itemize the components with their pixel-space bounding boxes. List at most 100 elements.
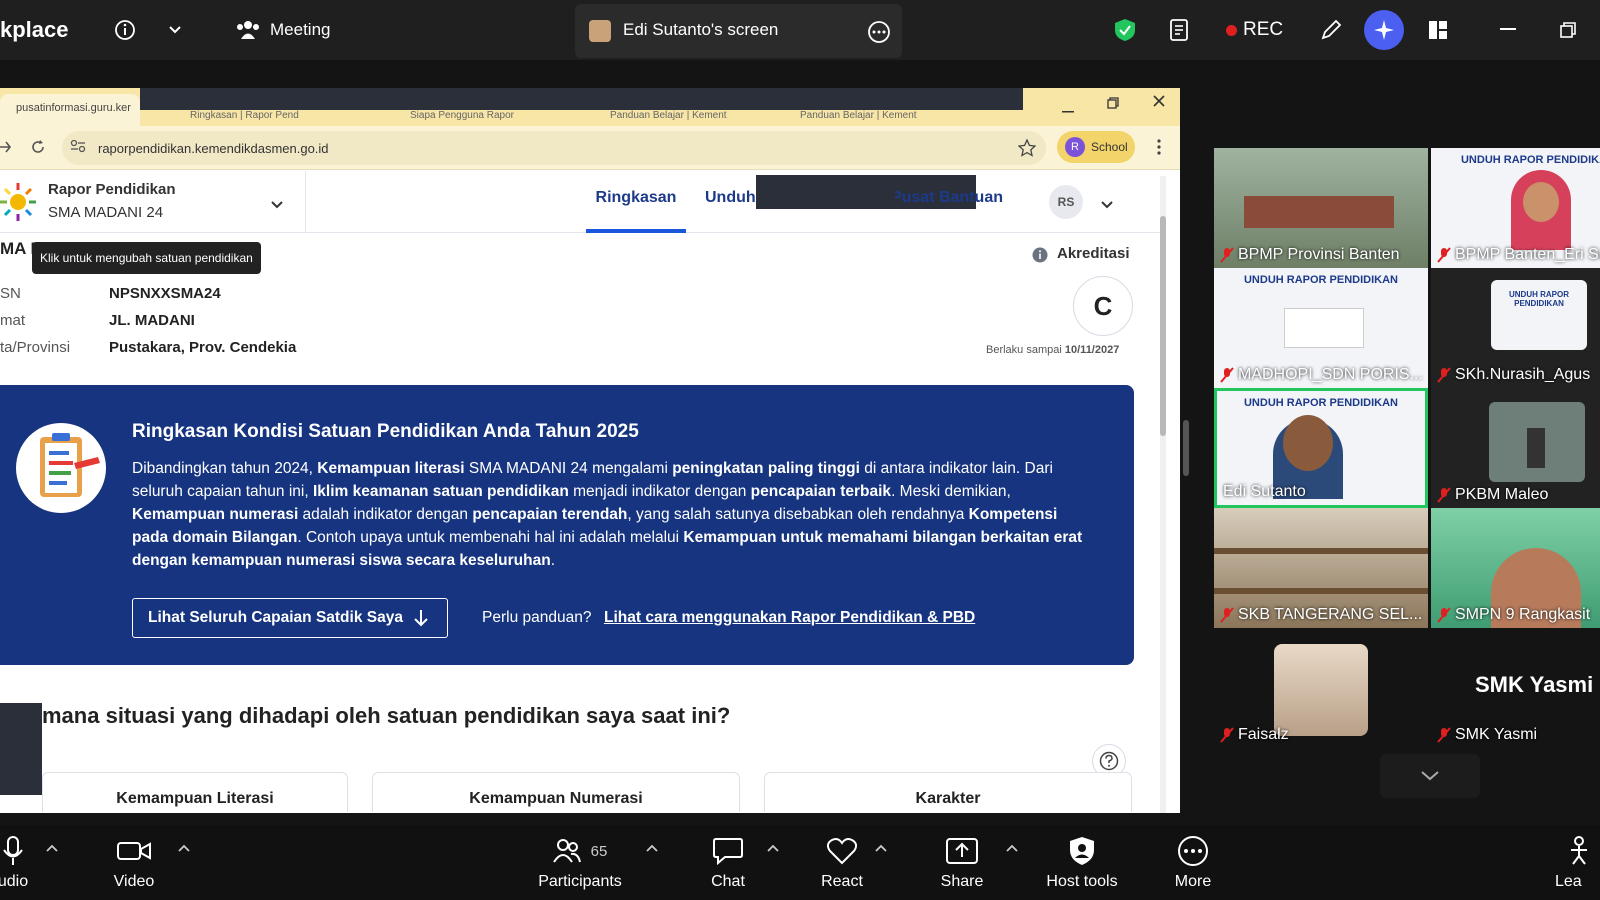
people-icon (237, 21, 259, 39)
banner-paragraph: Dibandingkan tahun 2024, Kemampuan liter… (132, 460, 1083, 569)
participants-button[interactable]: 65 Participants (525, 833, 635, 891)
browser-tab[interactable]: Panduan Belajar | Kement (800, 110, 917, 121)
app-name: kplace (0, 17, 69, 42)
browser-address-bar: raporpendidikan.kemendikdasmen.go.id R S… (0, 126, 1180, 170)
url-text: raporpendidikan.kemendikdasmen.go.id (98, 140, 329, 156)
layout-icon[interactable] (1428, 0, 1448, 60)
gallery-next-page-button[interactable] (1380, 754, 1480, 798)
share-label: Edi Sutanto's screen (623, 20, 779, 39)
nav-tab-ringkasan[interactable]: Ringkasan (586, 189, 686, 207)
info-value: Pustakara, Prov. Cendekia (109, 339, 297, 356)
metric-card-literasi[interactable]: Kemampuan Literasi (42, 772, 348, 812)
react-options-chevron-icon[interactable] (875, 839, 887, 857)
browser-menu-icon[interactable] (1157, 139, 1161, 160)
browser-tab[interactable]: Siapa Pengguna Rapor (410, 110, 514, 121)
page-scrollbar[interactable] (1160, 176, 1166, 813)
participant-tile[interactable]: SMPN 9 Rangkasit (1431, 508, 1600, 628)
meeting-label: Meeting (270, 20, 331, 39)
nav-tab-pusat-bantuan[interactable]: Pusat Bantuan (895, 189, 1003, 207)
header-divider (305, 171, 306, 233)
bookmark-star-icon[interactable] (1017, 138, 1037, 162)
summary-banner: Ringkasan Kondisi Satuan Pendidikan Anda… (0, 385, 1134, 665)
participant-tile-active-speaker[interactable]: UNDUH RAPOR PENDIDIKAN Edi Sutanto (1214, 388, 1428, 508)
browser-tab[interactable]: Panduan Belajar | Kement (610, 110, 727, 121)
info-circle-icon[interactable] (1032, 247, 1048, 268)
screen-share-pill[interactable]: Edi Sutanto's screen (575, 4, 902, 58)
browser-tab[interactable]: Ringkasan | Rapor Pend (190, 110, 299, 121)
participant-tile[interactable]: SKB TANGERANG SEL... (1214, 508, 1428, 628)
share-options-chevron-icon[interactable] (1006, 839, 1018, 857)
window-restore-icon[interactable] (1107, 96, 1119, 114)
shared-browser-window: pusatinformasi.guru.ker Ringkasan | Rapo… (0, 88, 1180, 813)
profile-chip[interactable]: R School (1057, 131, 1135, 163)
redaction-block (140, 88, 1023, 110)
host-tools-button[interactable]: Host tools (1027, 833, 1137, 891)
video-options-chevron-icon[interactable] (178, 839, 190, 857)
share-button[interactable]: Share (907, 833, 1017, 891)
info-icon[interactable] (114, 0, 136, 60)
metric-card-numerasi[interactable]: Kemampuan Numerasi (372, 772, 740, 812)
active-tab-underline (586, 229, 686, 233)
info-value: NPSNXXSMA24 (109, 285, 221, 302)
site-settings-icon[interactable] (70, 139, 86, 158)
pen-icon[interactable] (1320, 0, 1342, 60)
shield-icon[interactable] (1114, 0, 1136, 60)
muted-mic-icon (1220, 727, 1234, 743)
redaction-block (0, 703, 42, 795)
arrow-down-icon (414, 610, 428, 627)
shield-icon (1070, 837, 1094, 865)
view-all-achievements-button[interactable]: Lihat Seluruh Capaian Satdik Saya (132, 598, 448, 638)
muted-mic-icon (1437, 247, 1451, 263)
participant-tile[interactable]: UNDUH RAPOR PENDIDIKAN SKh.Nurasih_Agus (1431, 268, 1600, 388)
meeting-menu[interactable]: Meeting (236, 0, 330, 60)
forward-icon[interactable] (0, 139, 12, 160)
metric-card-karakter[interactable]: Karakter (764, 772, 1132, 812)
info-label: SN (0, 285, 21, 302)
leave-button[interactable]: Lea (1555, 833, 1600, 891)
user-avatar[interactable]: RS (1049, 185, 1083, 219)
rapor-pendidikan-page: Rapor Pendidikan SMA MADANI 24 Ringkasan… (0, 171, 1166, 813)
nav-tab-unduh[interactable]: Unduh (705, 189, 756, 207)
school-name[interactable]: SMA MADANI 24 (48, 204, 163, 221)
muted-mic-icon (1437, 367, 1451, 383)
valid-until: Berlaku sampai 10/11/2027 (986, 344, 1119, 356)
chevron-down-icon[interactable] (168, 0, 182, 60)
leave-person-icon (1571, 836, 1587, 865)
reload-icon[interactable] (30, 139, 46, 160)
minimize-icon[interactable] (1500, 0, 1516, 60)
window-close-icon[interactable] (1152, 94, 1166, 113)
banner-title: Ringkasan Kondisi Satuan Pendidikan Anda… (132, 421, 639, 442)
participant-tile[interactable]: UNDUH RAPOR PENDIDIKAN BPMP Banten_Eri S… (1431, 148, 1600, 268)
guide-link[interactable]: Lihat cara menggunakan Rapor Pendidikan … (604, 609, 975, 627)
participants-options-chevron-icon[interactable] (646, 839, 658, 857)
participant-tile[interactable]: UNDUH RAPOR PENDIDIKAN MADHOPI_SDN PORIS… (1214, 268, 1428, 388)
participant-tile[interactable]: Faisalz (1214, 628, 1428, 748)
audio-options-chevron-icon[interactable] (46, 839, 58, 857)
participant-tile[interactable]: BPMP Provinsi Banten (1214, 148, 1428, 268)
muted-mic-icon (1220, 247, 1234, 263)
clipboard-illustration-icon (16, 423, 106, 513)
video-camera-icon (117, 842, 151, 860)
panel-resize-handle[interactable] (1183, 420, 1189, 476)
video-button[interactable]: Video (79, 833, 189, 891)
participant-tile[interactable]: PKBM Maleo (1431, 388, 1600, 508)
ai-companion-icon[interactable] (1364, 10, 1404, 50)
school-switch-chevron-icon[interactable] (270, 197, 284, 215)
url-bar[interactable]: raporpendidikan.kemendikdasmen.go.id (62, 131, 1046, 165)
restore-icon[interactable] (1560, 0, 1576, 60)
more-button[interactable]: More (1138, 833, 1248, 891)
browser-tab-active[interactable]: pusatinformasi.guru.ker (0, 94, 140, 126)
valid-date: 10/11/2027 (1064, 344, 1120, 356)
sun-logo-icon (0, 181, 38, 228)
user-menu-chevron-icon[interactable] (1100, 197, 1114, 215)
more-options-icon[interactable] (867, 20, 891, 49)
profile-avatar: R (1065, 137, 1085, 157)
chat-options-chevron-icon[interactable] (767, 839, 779, 857)
window-minimize-icon[interactable] (1062, 100, 1074, 118)
recording-indicator[interactable]: REC (1226, 0, 1283, 60)
participant-tile[interactable]: SMK Yasmi SMK Yasmi (1431, 628, 1600, 748)
more-icon (1178, 836, 1208, 866)
accreditation-grade: C (1073, 276, 1133, 336)
info-label: mat (0, 312, 26, 329)
notes-icon[interactable] (1169, 0, 1191, 60)
